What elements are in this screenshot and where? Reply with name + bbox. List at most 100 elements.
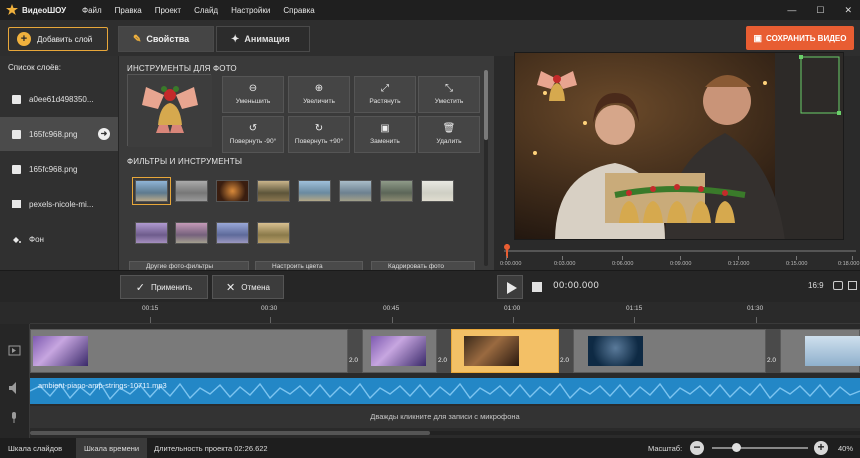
menu-project[interactable]: Проект [155,6,181,15]
microphone-hint: Дважды кликните для записи с микрофона [370,412,520,421]
menu-slide[interactable]: Слайд [194,6,218,15]
clip-thumbnail [371,336,426,366]
timeline-clip-selected[interactable] [451,329,559,373]
timeline-clip[interactable] [30,329,348,373]
timeline-ruler-label: 00:15 [142,305,159,312]
scrollbar-thumb[interactable] [484,70,488,140]
filter-thumb[interactable] [216,222,249,244]
camera-icon[interactable] [833,281,843,290]
filter-thumb[interactable] [132,177,171,205]
arrow-right-icon[interactable]: ➜ [98,128,110,140]
cancel-button[interactable]: ✕ Отмена [212,275,284,299]
preview-timeline-ruler[interactable]: 0:00.000 0:03.000 0:06.000 0:09.000 0:12… [498,240,860,270]
timeline-clip[interactable] [573,329,766,373]
transition-marker[interactable]: 2.0 [559,329,573,373]
delete-button[interactable]: 🗑 Удалить [418,116,480,153]
transition-duration: 2.0 [767,357,777,364]
audio-track-clip[interactable]: ambient-piano-amp-strings-10711.mp3 [30,378,860,404]
filter-thumb[interactable] [339,180,372,202]
timeline-ruler-label: 01:30 [747,305,764,312]
tab-time-scale[interactable]: Шкала времени [76,438,148,458]
playhead-marker[interactable] [504,244,510,258]
maximize-icon[interactable]: ☐ [816,5,824,16]
replace-image-icon: ▣ [380,123,390,134]
ruler-tick [562,256,563,260]
filter-thumb[interactable] [175,180,208,202]
filter-grid [127,174,475,254]
filter-thumb[interactable] [298,180,331,202]
rotate-left-icon: ↺ [248,123,258,134]
add-layer-label: Добавить слой [37,34,93,44]
zoom-in-button[interactable]: + [814,441,828,455]
layer-label: a0ee61d498350... [29,94,94,104]
timeline-clip[interactable] [780,329,860,373]
menu-settings[interactable]: Настройки [231,6,270,15]
apply-button[interactable]: ✓ Применить [120,275,208,299]
replace-image-button[interactable]: ▣ Заменить [354,116,416,153]
minimize-icon[interactable]: — [787,5,796,15]
photo-tools-title: ИНСТРУМЕНТЫ ДЛЯ ФОТО [127,64,237,73]
zoom-slider-handle[interactable] [732,443,741,452]
timeline-clip[interactable] [362,329,437,373]
ruler-label: 0:00.000 [500,261,522,267]
transition-marker[interactable]: 2.0 [348,329,362,373]
tab-slide-scale-label: Шкала слайдов [8,443,63,453]
properties-scrollbar[interactable] [484,70,488,266]
layer-item-selected[interactable]: 165fc968.png ➜ [0,117,118,151]
video-preview[interactable] [514,52,844,240]
filter-thumb[interactable] [257,222,290,244]
action-bar: ✓ Применить ✕ Отмена 00:00.000 16:9 [0,270,860,302]
layer-item[interactable]: Фон [0,222,118,256]
layer-item[interactable]: a0ee61d498350... [0,82,118,116]
ruler-tick [852,256,853,260]
tab-slide-scale[interactable]: Шкала слайдов [0,438,70,458]
fit-button[interactable]: ⤡ Уместить [418,76,480,113]
menu-edit[interactable]: Правка [115,6,142,15]
timeline-ruler[interactable]: 00:15 00:30 00:45 01:00 01:15 01:30 [30,302,860,324]
zoom-in-icon: ⊕ [314,83,324,94]
close-icon[interactable]: ✕ [844,5,852,16]
timeline-scrollbar[interactable] [30,431,860,435]
save-video-button[interactable]: ▣ СОХРАНИТЬ ВИДЕО [746,26,854,50]
zoom-out-button[interactable]: − [690,441,704,455]
play-button[interactable] [497,275,523,299]
zoom-out-icon: ⊖ [248,83,258,94]
filter-thumb[interactable] [216,180,249,202]
add-layer-button[interactable]: + Добавить слой [8,27,108,51]
zoom-out-button[interactable]: ⊖ Уменьшить [222,76,284,113]
menu-file[interactable]: Файл [82,6,102,15]
filter-thumb[interactable] [135,222,168,244]
ruler-label: 0:06.000 [612,261,634,267]
zoom-in-button[interactable]: ⊕ Увеличить [288,76,350,113]
app-logo: ВидеоШОУ [6,4,82,16]
filter-thumb[interactable] [421,180,454,202]
layer-item[interactable]: 165fc968.png [0,152,118,186]
stretch-button[interactable]: ⤢ Растянуть [354,76,416,113]
aspect-ratio-button[interactable]: 16:9 [808,281,824,290]
ruler-tick [506,256,507,260]
stop-button[interactable] [526,275,548,299]
menu-help[interactable]: Справка [283,6,314,15]
timeline-ruler-label: 01:15 [626,305,643,312]
rotate-right-button[interactable]: ↻ Повернуть +90° [288,116,350,153]
timeline-tick [150,317,151,323]
stretch-icon: ⤢ [381,83,389,94]
microphone-track[interactable]: Дважды кликните для записи с микрофона [30,406,860,428]
replace-image-label: Заменить [370,138,400,145]
rotate-left-button[interactable]: ↺ Повернуть -90° [222,116,284,153]
timeline-scrollbar-thumb[interactable] [30,431,430,435]
filter-thumb[interactable] [257,180,290,202]
tab-animation[interactable]: ✦ Анимация [216,26,310,52]
zoom-slider-track[interactable] [712,447,808,449]
filter-thumb[interactable] [175,222,208,244]
layer-item[interactable]: pexels-nicole-mi... [0,187,118,221]
video-track-icon [8,345,21,356]
transition-marker[interactable]: 2.0 [437,329,451,373]
tab-properties[interactable]: ✎ Свойства [118,26,214,52]
tab-properties-label: Свойства [146,34,190,44]
transition-marker[interactable]: 2.0 [766,329,780,373]
zoom-value: 40% [838,444,854,453]
fullscreen-icon[interactable] [848,281,857,290]
filter-thumb[interactable] [380,180,413,202]
preview-progress-track[interactable] [504,250,856,252]
